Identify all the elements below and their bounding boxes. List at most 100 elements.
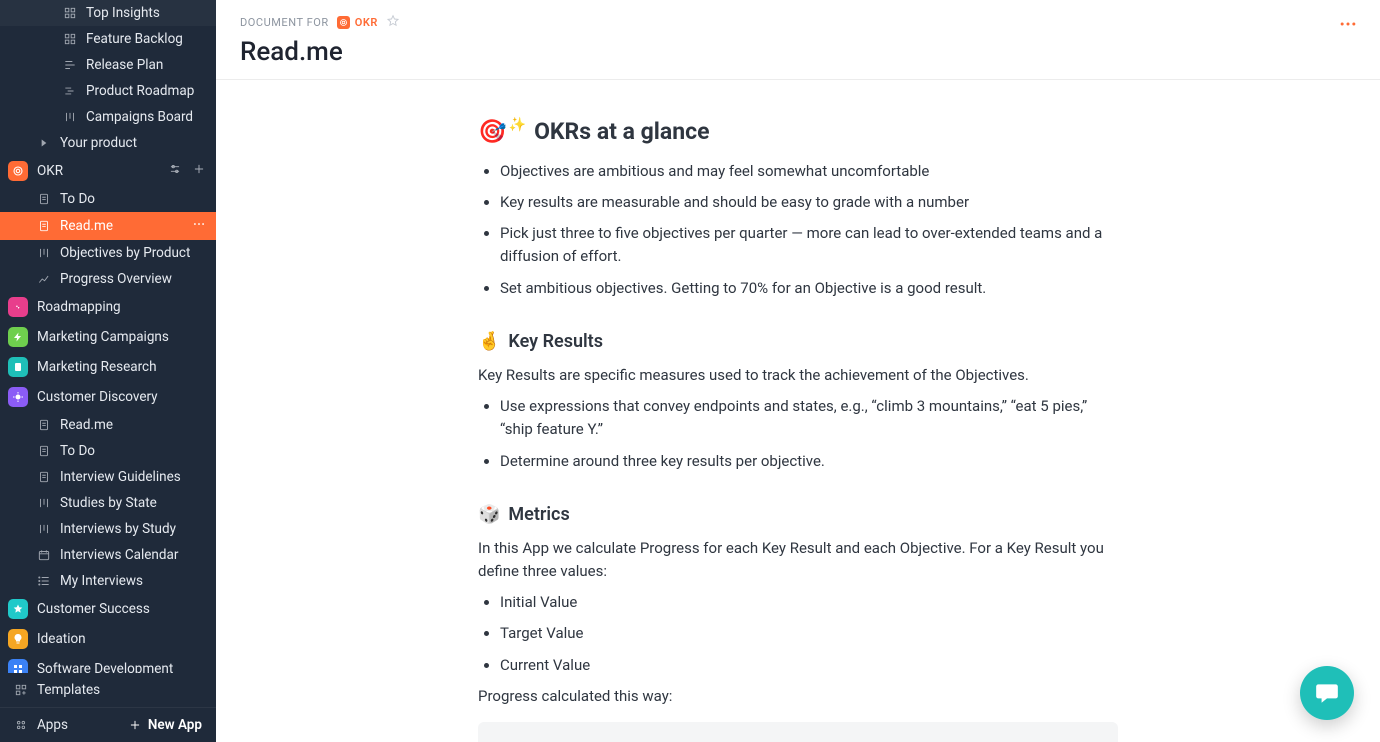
sidebar-item-label: Interview Guidelines xyxy=(60,469,181,485)
sidebar-item-release-plan[interactable]: Release Plan xyxy=(0,52,216,78)
key-results-list: Use expressions that convey endpoints an… xyxy=(478,395,1118,473)
favorite-star[interactable] xyxy=(386,14,400,31)
target-icon xyxy=(337,16,350,29)
sidebar-item-progress-overview[interactable]: Progress Overview xyxy=(0,266,216,292)
sidebar-item-label: Read.me xyxy=(60,218,113,234)
board-icon xyxy=(63,110,77,124)
sidebar-item-campaigns-board[interactable]: Campaigns Board xyxy=(0,104,216,130)
list-item: Determine around three key results per o… xyxy=(500,450,1118,473)
new-app-label: New App xyxy=(148,717,202,733)
heading-text: Key Results xyxy=(508,328,603,356)
roadmap-icon xyxy=(63,84,77,98)
sidebar-item-label: Read.me xyxy=(60,417,113,433)
board-icon xyxy=(37,496,51,510)
sidebar-item-label: Progress Overview xyxy=(60,271,172,287)
sidebar-item-label: Release Plan xyxy=(86,57,163,73)
breadcrumb-app-label: OKR xyxy=(355,16,378,29)
sidebar-apps-row[interactable]: Apps New App xyxy=(0,707,216,742)
breadcrumb-app-chip[interactable]: OKR xyxy=(337,16,378,29)
sidebar-item-label: My Interviews xyxy=(60,573,143,589)
heading-text: Metrics xyxy=(508,501,569,529)
grid-icon xyxy=(63,6,77,20)
heading-okrs-at-a-glance: 🎯 ✨ OKRs at a glance xyxy=(478,114,1118,150)
templates-icon xyxy=(14,683,28,697)
page-title: Read.me xyxy=(240,37,1352,67)
list-item: Current Value xyxy=(500,654,1118,677)
doc-icon xyxy=(37,444,51,458)
sidebar-item-label: Campaigns Board xyxy=(86,109,193,125)
app-badge-icon xyxy=(8,599,28,619)
sidebar-item-roadmapping[interactable]: Roadmapping xyxy=(0,292,216,322)
document-scroll[interactable]: 🎯 ✨ OKRs at a glance Objectives are ambi… xyxy=(216,80,1380,742)
doc-icon xyxy=(37,192,51,206)
app-badge-icon xyxy=(8,357,28,377)
doc-icon xyxy=(37,219,51,233)
app-badge-icon xyxy=(8,297,28,317)
heading-key-results: 🤞 Key Results xyxy=(478,328,1118,356)
sidebar-item-marketing-campaigns[interactable]: Marketing Campaigns xyxy=(0,322,216,352)
sidebar-item-studies-by-state[interactable]: Studies by State xyxy=(0,490,216,516)
sidebar-item-label: Marketing Research xyxy=(37,359,157,375)
sidebar-item-feature-backlog[interactable]: Feature Backlog xyxy=(0,26,216,52)
chat-icon xyxy=(1314,680,1340,706)
bars-icon xyxy=(63,58,77,72)
doc-icon xyxy=(37,470,51,484)
dice-emoji-icon: 🎲 xyxy=(478,501,500,529)
sidebar-item-label: Customer Discovery xyxy=(37,389,158,405)
sidebar-item-objectives-by-product[interactable]: Objectives by Product xyxy=(0,240,216,266)
sidebar-item-label: Interviews by Study xyxy=(60,521,176,537)
metrics-outro: Progress calculated this way: xyxy=(478,685,1118,708)
sidebar-item-label: Roadmapping xyxy=(37,299,121,315)
new-app-button[interactable]: New App xyxy=(128,717,202,733)
sidebar-item-label: Objectives by Product xyxy=(60,245,190,261)
breadcrumb-prefix: DOCUMENT FOR xyxy=(240,16,329,29)
sidebar-item-to-do[interactable]: To Do xyxy=(0,438,216,464)
doc-icon xyxy=(37,418,51,432)
sidebar-item-label: Feature Backlog xyxy=(86,31,183,47)
sidebar-item-label: Interviews Calendar xyxy=(60,547,178,563)
metrics-intro: In this App we calculate Progress for ea… xyxy=(478,537,1118,584)
app-badge-icon xyxy=(8,629,28,649)
item-more-button[interactable] xyxy=(192,217,206,235)
sidebar-item-my-interviews[interactable]: My Interviews xyxy=(0,568,216,594)
sidebar-item-marketing-research[interactable]: Marketing Research xyxy=(0,352,216,382)
sidebar-item-software-development[interactable]: Software Development xyxy=(0,654,216,673)
document-body: 🎯 ✨ OKRs at a glance Objectives are ambi… xyxy=(458,80,1138,742)
sidebar-item-customer-discovery[interactable]: Customer Discovery xyxy=(0,382,216,412)
sidebar-item-interviews-calendar[interactable]: Interviews Calendar xyxy=(0,542,216,568)
apps-icon xyxy=(14,718,28,732)
apps-label: Apps xyxy=(37,717,68,733)
progress-formula-code: Progress = (100 * ([Current Value] - [In… xyxy=(478,722,1118,742)
sidebar-item-interviews-by-study[interactable]: Interviews by Study xyxy=(0,516,216,542)
sidebar-item-read-me[interactable]: Read.me xyxy=(0,212,216,240)
document-more-menu[interactable] xyxy=(1338,14,1358,38)
sidebar-item-label: Top Insights xyxy=(86,5,160,21)
sidebar-scroll: Top Insights Feature Backlog Release Plan P… xyxy=(0,0,216,673)
okrs-glance-list: Objectives are ambitious and may feel so… xyxy=(478,160,1118,300)
list-item: Use expressions that convey endpoints an… xyxy=(500,395,1118,442)
list-item: Target Value xyxy=(500,622,1118,645)
templates-label: Templates xyxy=(37,682,100,698)
sidebar-item-label: Studies by State xyxy=(60,495,157,511)
sidebar-item-your-product[interactable]: Your product xyxy=(0,130,216,156)
sidebar-item-product-roadmap[interactable]: Product Roadmap xyxy=(0,78,216,104)
chat-support-button[interactable] xyxy=(1300,666,1354,720)
grid-icon xyxy=(63,32,77,46)
list-item: Set ambitious objectives. Getting to 70%… xyxy=(500,277,1118,300)
list-item: Key results are measurable and should be… xyxy=(500,191,1118,214)
sidebar-item-top-insights[interactable]: Top Insights xyxy=(0,0,216,26)
sidebar-item-customer-success[interactable]: Customer Success xyxy=(0,594,216,624)
sidebar-item-label: To Do xyxy=(60,191,95,207)
list-item: Pick just three to five objectives per q… xyxy=(500,222,1118,269)
list-item: Initial Value xyxy=(500,591,1118,614)
app-badge-icon xyxy=(8,387,28,407)
sidebar-item-ideation[interactable]: Ideation xyxy=(0,624,216,654)
sidebar-item-interview-guidelines[interactable]: Interview Guidelines xyxy=(0,464,216,490)
sidebar-item-label: Ideation xyxy=(37,631,86,647)
sidebar-item-to-do[interactable]: To Do xyxy=(0,186,216,212)
configure-app-button[interactable] xyxy=(168,162,182,180)
sidebar-item-okr[interactable]: OKR xyxy=(0,156,216,186)
add-view-button[interactable] xyxy=(192,162,206,180)
sidebar-templates[interactable]: Templates xyxy=(0,673,216,707)
sidebar-item-read-me[interactable]: Read.me xyxy=(0,412,216,438)
